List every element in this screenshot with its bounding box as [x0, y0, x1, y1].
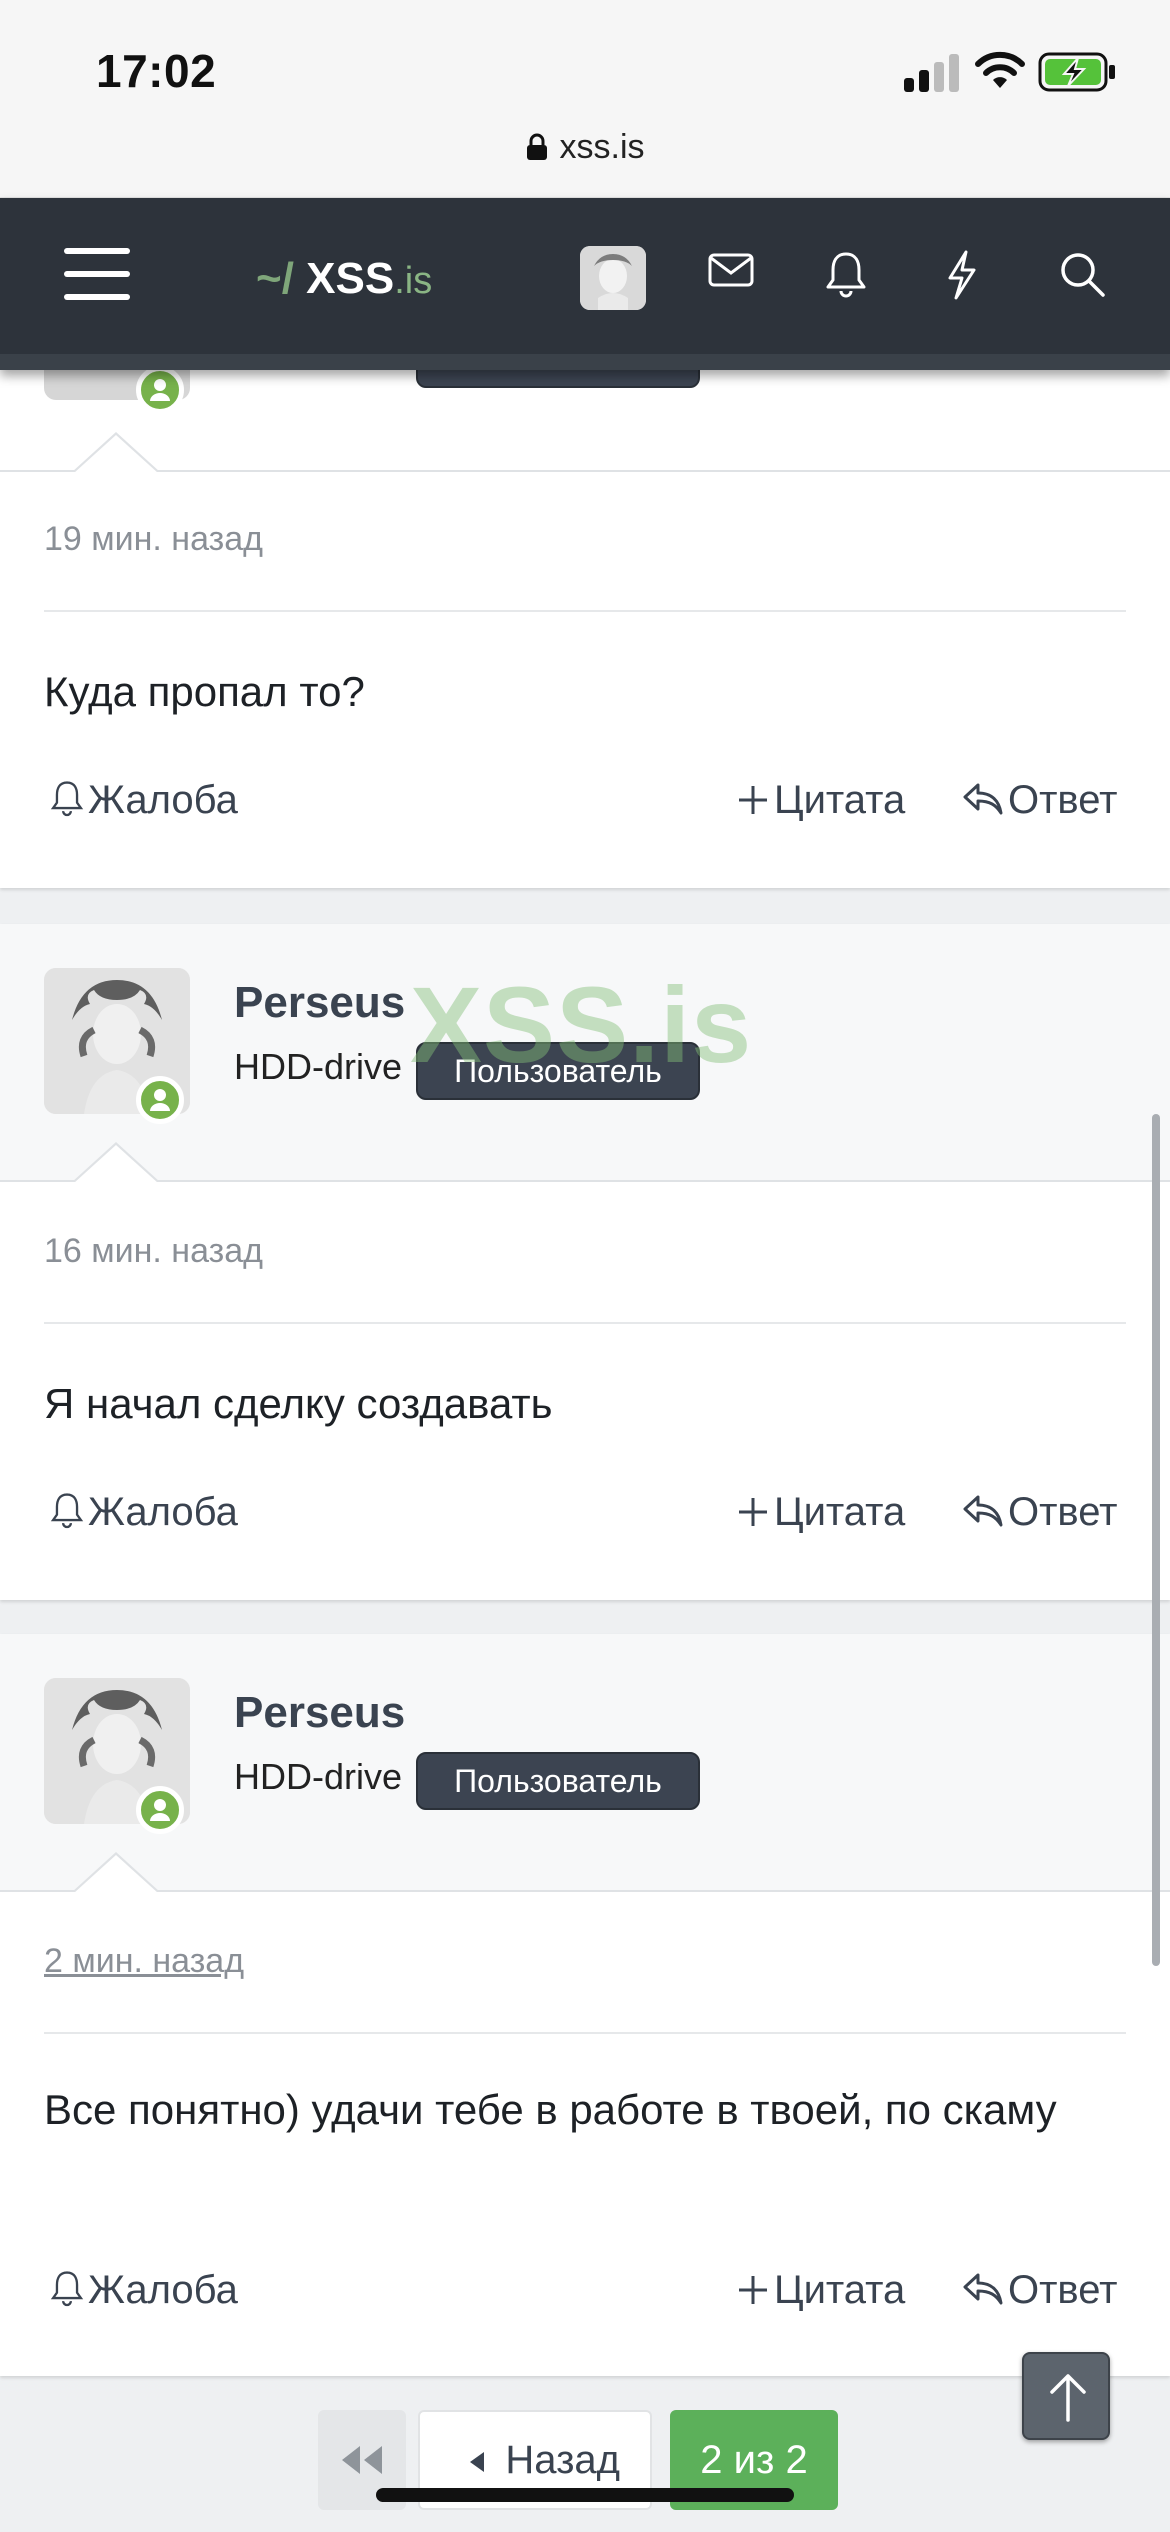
report-label: Жалоба: [88, 1490, 238, 1534]
signal-icon: [904, 52, 960, 92]
post-card: Perseus HDD-drive Пользователь 16 мин. н…: [0, 924, 1170, 1600]
report-button[interactable]: Жалоба: [50, 1490, 238, 1535]
logo-main: XSS: [306, 254, 395, 303]
address-bar[interactable]: xss.is: [0, 128, 1170, 167]
report-label: Жалоба: [88, 2268, 238, 2312]
reply-icon: [963, 1495, 1003, 1527]
user-title: HDD-drive: [234, 1756, 403, 1797]
menu-icon[interactable]: [64, 248, 130, 300]
post-divider: [44, 1322, 1126, 1324]
caret-left-icon: [470, 2452, 484, 2472]
role-badge: Пользователь: [416, 1042, 700, 1100]
site-header: ~/ XSS.is: [0, 198, 1170, 370]
bell-icon[interactable]: [824, 250, 868, 298]
post-arrow: [72, 432, 160, 473]
quote-button[interactable]: Цитата: [736, 1490, 905, 1535]
arrow-up-icon: [1050, 2374, 1086, 2422]
username-link[interactable]: Perseus: [234, 1688, 405, 1738]
online-status-icon: [136, 366, 184, 414]
report-button[interactable]: Жалоба: [50, 778, 238, 823]
status-bar: 17:02 xss.is: [0, 0, 1170, 198]
post-arrow: [72, 1852, 160, 1893]
avatar[interactable]: [580, 246, 646, 310]
plus-icon: [739, 786, 767, 814]
online-status-icon: [136, 1786, 184, 1834]
online-status-icon: [136, 1076, 184, 1124]
post-message: Все понятно) удачи тебе в работе в твоей…: [44, 2086, 1057, 2133]
scroll-top-button[interactable]: [1022, 2352, 1110, 2440]
report-button[interactable]: Жалоба: [50, 2268, 238, 2313]
scrollbar[interactable]: [1152, 1114, 1160, 1966]
username-link[interactable]: Perseus: [234, 978, 405, 1028]
lock-icon: [526, 133, 547, 160]
reply-label: Ответ: [1008, 1490, 1118, 1534]
previous-page-label: Назад: [505, 2438, 620, 2482]
lightning-icon[interactable]: [944, 250, 980, 300]
reply-button[interactable]: Ответ: [962, 778, 1117, 823]
post-card: Perseus HDD-drive Пользователь 2 мин. на…: [0, 1634, 1170, 2376]
url-text: xss.is: [559, 128, 645, 166]
bell-icon: [50, 2271, 84, 2307]
quote-label: Цитата: [774, 778, 906, 822]
post-time[interactable]: 16 мин. назад: [44, 1232, 263, 1271]
reply-button[interactable]: Ответ: [962, 2268, 1117, 2313]
wifi-icon: [975, 51, 1025, 88]
reply-button[interactable]: Ответ: [962, 1490, 1117, 1535]
plus-icon: [739, 2276, 767, 2304]
quote-button[interactable]: Цитата: [736, 2268, 905, 2313]
logo-tld: .is: [394, 260, 433, 302]
report-label: Жалоба: [88, 778, 238, 822]
mail-icon[interactable]: [708, 250, 754, 290]
quote-label: Цитата: [774, 2268, 906, 2312]
post-message: Куда пропал то?: [44, 668, 365, 715]
reply-icon: [963, 2273, 1003, 2305]
user-title: HDD-drive: [234, 1046, 403, 1087]
search-icon[interactable]: [1058, 250, 1106, 298]
reply-label: Ответ: [1008, 2268, 1118, 2312]
post-divider: [44, 2032, 1126, 2034]
post-divider: [44, 610, 1126, 612]
post-arrow: [72, 1142, 160, 1183]
bell-icon: [50, 1493, 84, 1529]
home-indicator: [376, 2488, 794, 2502]
site-logo[interactable]: ~/ XSS.is: [256, 254, 432, 304]
reply-label: Ответ: [1008, 778, 1118, 822]
reply-icon: [963, 783, 1003, 815]
logo-prefix: ~/: [256, 254, 294, 303]
post-time[interactable]: 2 мин. назад: [44, 1942, 244, 1981]
battery-charging-icon: [1038, 52, 1115, 92]
role-badge: Пользователь: [416, 1752, 700, 1810]
status-time: 17:02: [96, 45, 217, 97]
quote-button[interactable]: Цитата: [736, 778, 905, 823]
post-time[interactable]: 19 мин. назад: [44, 520, 263, 559]
quote-label: Цитата: [774, 1490, 906, 1534]
bell-icon: [50, 781, 84, 817]
post-message: Я начал сделку создавать: [44, 1380, 553, 1427]
post-card: 19 мин. назад Куда пропал то? Жалоба Цит…: [0, 300, 1170, 888]
plus-icon: [739, 1498, 767, 1526]
